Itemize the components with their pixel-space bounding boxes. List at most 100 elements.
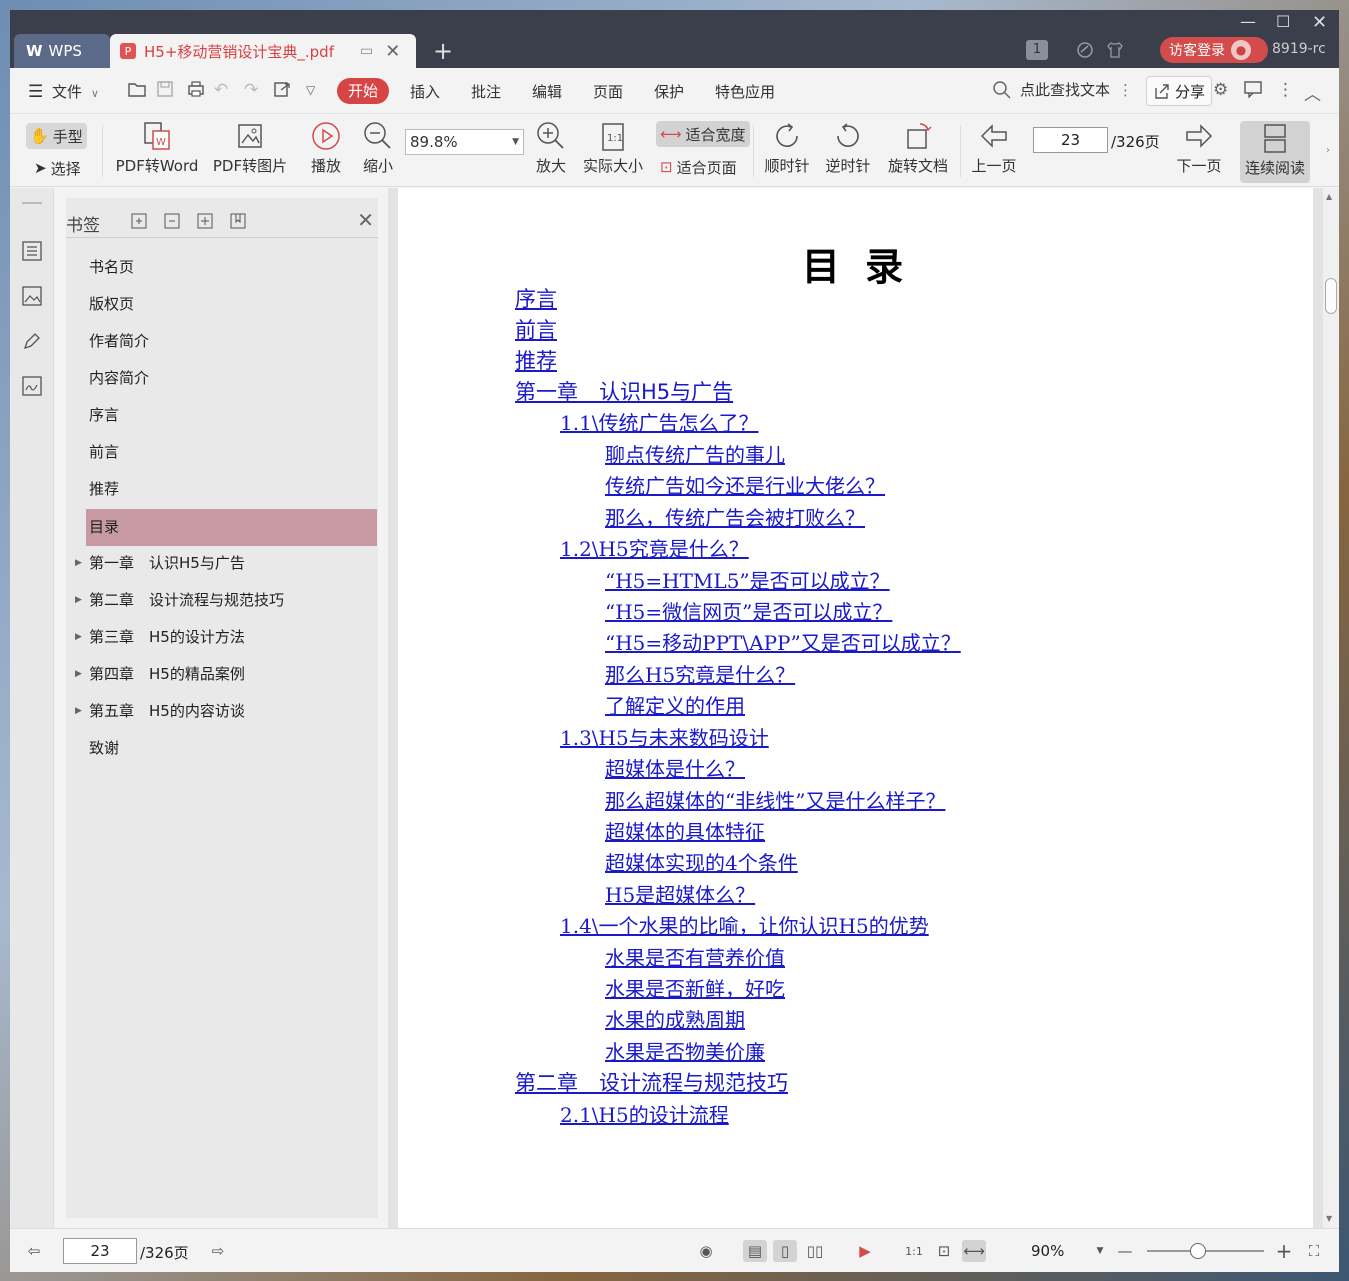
bookmark-item[interactable]: ▶ 第二章 设计流程与规范技巧 <box>75 582 377 619</box>
status-next-page-icon[interactable]: ⇨ <box>206 1240 230 1262</box>
rotate-clockwise-button[interactable]: 顺时针 <box>763 119 811 176</box>
toc-link[interactable]: 超媒体实现的4个条件 <box>605 847 798 876</box>
status-page-input[interactable]: 23 <box>63 1238 137 1264</box>
menu-tab-start[interactable]: 开始 <box>337 78 389 104</box>
status-prev-page-icon[interactable]: ⇦ <box>22 1240 46 1262</box>
previous-page-button[interactable]: 上一页 <box>970 119 1018 176</box>
bookmark-item[interactable]: ▶ 第四章 H5的精品案例 <box>75 656 377 693</box>
toc-link[interactable]: 1.2\H5究竟是什么？ <box>560 533 749 562</box>
toc-link[interactable]: 序言 <box>515 283 557 313</box>
redo-icon[interactable]: ↷ <box>244 80 258 100</box>
screen-icon[interactable]: ▭ <box>360 43 373 59</box>
bookmark-item-selected[interactable]: 目录 <box>86 509 377 546</box>
toc-link[interactable]: 聊点传统广告的事儿 <box>605 439 785 468</box>
pdf-to-image-button[interactable]: PDF转图片 <box>212 119 288 176</box>
thumbnail-icon[interactable] <box>21 285 43 307</box>
fit-width-button[interactable]: ⟷ 适合宽度 <box>656 121 750 147</box>
expand-arrow-icon[interactable]: ▶ <box>75 656 82 693</box>
find-text-button[interactable]: 点此查找文本 ⋮ <box>992 79 1133 100</box>
fit-width-status-icon[interactable]: ⟷ <box>962 1240 986 1262</box>
share-button[interactable]: 分享 <box>1146 76 1213 106</box>
menu-tab-comment[interactable]: 批注 <box>471 81 501 102</box>
export-icon[interactable] <box>272 80 292 103</box>
toc-link[interactable]: 传统广告如今还是行业大佬么？ <box>605 470 885 499</box>
minimize-icon[interactable]: — <box>1240 12 1256 31</box>
bookmark-item[interactable]: 书名页 <box>86 249 377 286</box>
zoom-in-button[interactable]: 放大 <box>531 119 571 176</box>
scrollbar-thumb[interactable] <box>1325 278 1337 314</box>
window-count[interactable]: 1 <box>1026 37 1048 63</box>
toc-link[interactable]: “H5=微信网页”是否可以成立？ <box>605 596 892 625</box>
zoom-dropdown-icon[interactable]: ▼ <box>1088 1240 1112 1262</box>
file-menu[interactable]: ☰ 文件 ∨ <box>28 81 99 102</box>
two-page-view-icon[interactable]: ▯▯ <box>803 1240 827 1262</box>
collapse-ribbon-icon[interactable]: ︿ <box>1304 80 1321 105</box>
next-page-button[interactable]: 下一页 <box>1175 119 1223 176</box>
toc-link[interactable]: 那么，传统广告会被打败么？ <box>605 502 865 531</box>
fullscreen-icon[interactable]: ⛶ <box>1302 1240 1326 1262</box>
expand-arrow-icon[interactable]: ▶ <box>75 619 82 656</box>
bookmark-item[interactable]: 序言 <box>86 397 377 434</box>
status-zoom-level[interactable]: 90% <box>1031 1242 1064 1260</box>
scroll-down-icon[interactable]: ▼ <box>1326 1214 1332 1223</box>
bookmark-item[interactable]: 作者简介 <box>86 323 377 360</box>
continuous-view-icon[interactable]: ▤ <box>743 1240 767 1262</box>
single-page-view-icon[interactable]: ▯ <box>773 1240 797 1262</box>
pdf-to-word-button[interactable]: W PDF转Word <box>114 119 200 176</box>
shirt-icon[interactable] <box>1106 37 1124 63</box>
scroll-up-icon[interactable]: ▲ <box>1326 192 1332 201</box>
page-number-input[interactable]: 23 <box>1033 127 1108 153</box>
toc-link[interactable]: 1.3\H5与未来数码设计 <box>560 722 769 751</box>
chat-icon[interactable] <box>1243 80 1263 103</box>
toc-link[interactable]: 水果是否有营养价值 <box>605 942 785 971</box>
toc-link[interactable]: 超媒体的具体特征 <box>605 816 765 845</box>
maximize-icon[interactable]: ☐ <box>1276 12 1290 31</box>
eye-protection-icon[interactable]: ◉ <box>694 1240 718 1262</box>
toc-link[interactable]: 推荐 <box>515 345 557 375</box>
expand-arrow-icon[interactable]: ▶ <box>75 693 82 730</box>
bookmark-item[interactable]: ▶ 第一章 认识H5与广告 <box>75 545 377 582</box>
toc-link[interactable]: 第一章 认识H5与广告 <box>515 376 733 406</box>
add-bookmark-icon[interactable] <box>196 212 214 230</box>
ribbon-expand-icon[interactable]: › <box>1326 145 1330 156</box>
bookmark-item[interactable]: 内容简介 <box>86 360 377 397</box>
zoom-slider[interactable] <box>1147 1243 1264 1259</box>
menu-tab-features[interactable]: 特色应用 <box>715 81 775 102</box>
wps-home-tab[interactable]: W WPS <box>14 34 110 68</box>
save-icon[interactable] <box>156 80 174 103</box>
bookmark-list-icon[interactable] <box>21 240 43 262</box>
expand-arrow-icon[interactable]: ▶ <box>75 582 82 619</box>
menu-tab-insert[interactable]: 插入 <box>410 81 440 102</box>
toc-link[interactable]: 2.1\H5的设计流程 <box>560 1099 729 1128</box>
toc-link[interactable]: 超媒体是什么？ <box>605 753 745 782</box>
continuous-reading-button[interactable]: 连续阅读 <box>1240 121 1310 183</box>
toc-link[interactable]: 水果是否新鲜，好吃 <box>605 973 785 1002</box>
close-panel-icon[interactable]: ✕ <box>357 208 374 232</box>
toc-link[interactable]: 那么超媒体的“非线性”又是什么样子？ <box>605 785 945 814</box>
toc-link[interactable]: 那么H5究竟是什么？ <box>605 659 795 688</box>
toc-link[interactable]: 第二章 设计流程与规范技巧 <box>515 1067 788 1097</box>
skin-icon[interactable] <box>1076 37 1094 63</box>
toc-link[interactable]: 1.4\一个水果的比喻，让你认识H5的优势 <box>560 910 929 939</box>
zoom-slider-handle[interactable] <box>1190 1243 1206 1259</box>
zoom-out-status-icon[interactable]: — <box>1113 1240 1137 1262</box>
zoom-in-status-icon[interactable]: + <box>1272 1239 1296 1263</box>
expand-arrow-icon[interactable]: ▶ <box>75 545 82 582</box>
document-viewport[interactable]: 目 录 序言 前言 推荐 第一章 认识H5与广告 1.1\传统广告怎么了？ 聊点… <box>388 188 1339 1228</box>
fit-page-button[interactable]: ⊡ 适合页面 <box>656 154 741 180</box>
play-slideshow-icon[interactable]: ▶ <box>853 1240 877 1262</box>
print-icon[interactable] <box>186 80 206 103</box>
more-menu-icon[interactable]: ⋮ <box>1277 80 1294 100</box>
actual-size-button[interactable]: 1:1 实际大小 <box>582 119 644 176</box>
toc-link[interactable]: 水果是否物美价廉 <box>605 1036 765 1065</box>
close-tab-icon[interactable]: ✕ <box>385 41 400 62</box>
bookmark-icon[interactable] <box>229 212 247 230</box>
toc-link[interactable]: 1.1\传统广告怎么了？ <box>560 407 759 436</box>
undo-icon[interactable]: ↶ <box>214 80 228 100</box>
hand-tool-button[interactable]: ✋ 手型 <box>26 123 87 149</box>
vertical-scrollbar[interactable]: ▲ ▼ <box>1323 188 1339 1228</box>
toc-link[interactable]: 了解定义的作用 <box>605 690 745 719</box>
rotate-counterclockwise-button[interactable]: 逆时针 <box>824 119 872 176</box>
collapse-all-icon[interactable] <box>163 212 181 230</box>
toc-link[interactable]: H5是超媒体么？ <box>605 879 755 908</box>
